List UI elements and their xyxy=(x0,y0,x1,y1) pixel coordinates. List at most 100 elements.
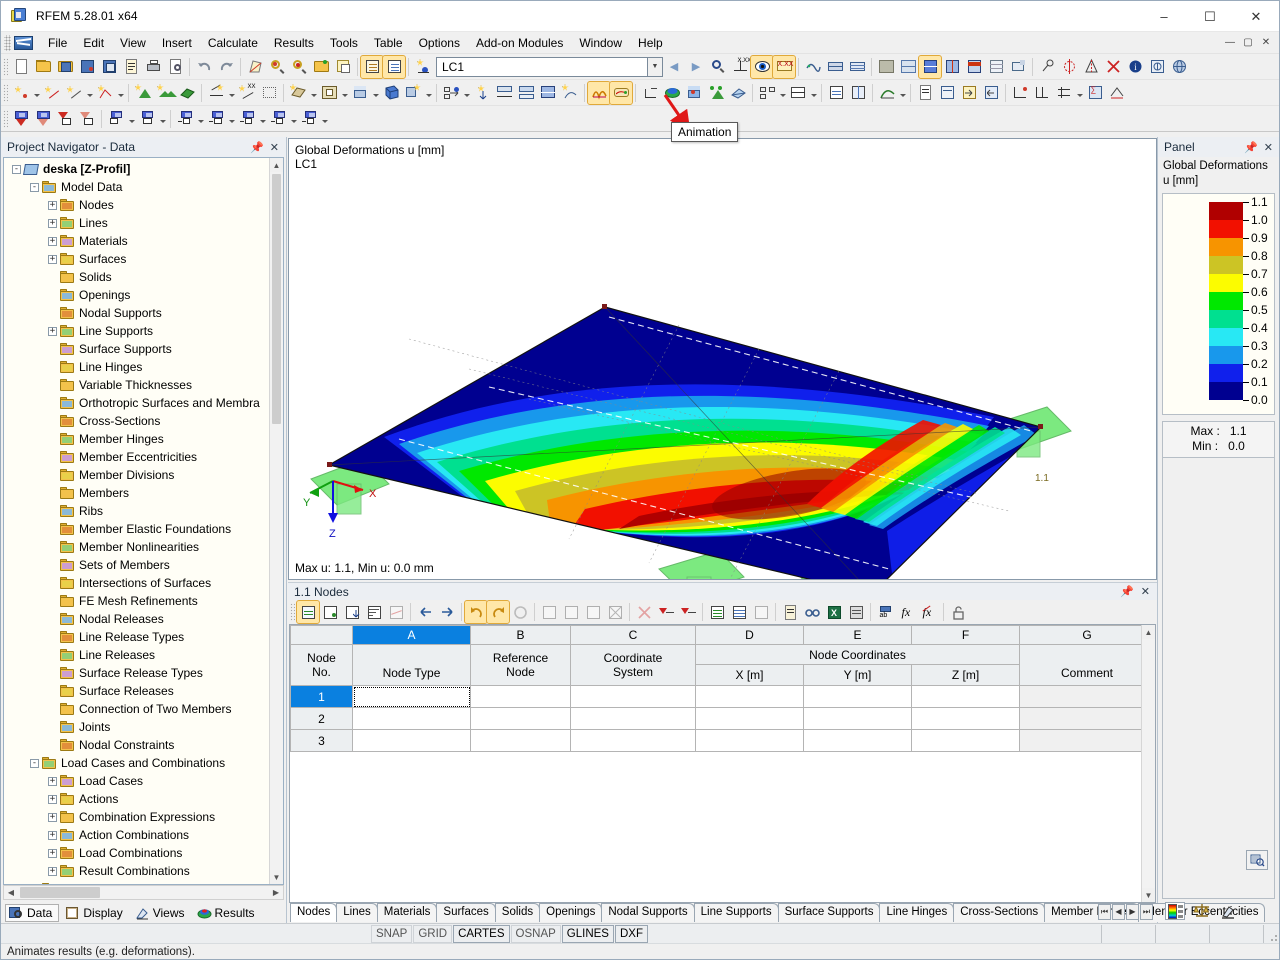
table-row[interactable]: 3 xyxy=(290,729,1155,752)
expand-icon[interactable]: + xyxy=(48,326,57,336)
restore-doc-icon[interactable]: ▢ xyxy=(1240,36,1256,50)
cell-1-g[interactable] xyxy=(1019,685,1155,708)
expand-icon[interactable]: + xyxy=(48,794,57,804)
tree-item-line-supports[interactable]: + Line Supports xyxy=(4,322,269,340)
section-mode-button[interactable] xyxy=(963,56,985,78)
navigator-tab-display[interactable]: Display xyxy=(62,905,128,921)
tree-item-line-releases[interactable]: Line Releases xyxy=(4,646,269,664)
table-columns-button[interactable] xyxy=(847,82,869,104)
new-member-dropdown[interactable] xyxy=(227,82,236,104)
status-toggle-dxf[interactable]: DXF xyxy=(614,924,648,943)
solid-mode-button[interactable] xyxy=(918,54,942,79)
table-pin-icon[interactable]: 📌 xyxy=(1120,585,1134,598)
tree-item-member-nonlinearities[interactable]: Member Nonlinearities xyxy=(4,538,269,556)
navigator-tab-views[interactable]: Views xyxy=(132,905,191,921)
sheet-tab-materials[interactable]: Materials xyxy=(376,903,438,922)
new-solid-contact-button[interactable] xyxy=(402,82,424,104)
toolbar-grip-3[interactable] xyxy=(3,109,8,128)
visibility-1-button[interactable] xyxy=(105,108,127,130)
new-solid-button[interactable] xyxy=(349,82,371,104)
lock-table-button[interactable] xyxy=(947,601,969,623)
redo-table-button[interactable] xyxy=(486,600,510,624)
table-scroll-up-button[interactable]: ▲ xyxy=(1142,625,1155,639)
tree-item-connection-of-two-members[interactable]: Connection of Two Members xyxy=(4,700,269,718)
cell-1-e[interactable] xyxy=(803,685,912,708)
insert-col-button[interactable] xyxy=(655,601,677,623)
result-values-button[interactable]: X.XX xyxy=(772,54,796,79)
cell-1-c[interactable] xyxy=(570,685,696,708)
import-2-button[interactable] xyxy=(560,601,582,623)
sheet-tab-lines[interactable]: Lines xyxy=(336,903,378,922)
globe-tool-button[interactable] xyxy=(1168,56,1190,78)
navigator-scroll-right-button[interactable]: ▶ xyxy=(269,888,283,897)
navigator-pin-icon[interactable]: 📌 xyxy=(250,141,264,154)
tree-item-actions[interactable]: + Actions xyxy=(4,790,269,808)
grid-snap-button[interactable] xyxy=(985,56,1007,78)
tab-next-button[interactable]: ▶ xyxy=(1126,904,1139,920)
measure-button[interactable] xyxy=(1106,82,1128,104)
expand-icon[interactable]: + xyxy=(48,866,57,876)
table-toolbar-grip[interactable] xyxy=(290,603,295,621)
prev-table-button[interactable] xyxy=(414,601,436,623)
save-model-button[interactable] xyxy=(98,56,120,78)
cell-2-a[interactable] xyxy=(352,707,471,730)
tree-item-member-hinges[interactable]: Member Hinges xyxy=(4,430,269,448)
cell-1-b[interactable] xyxy=(470,685,571,708)
menu-insert[interactable]: Insert xyxy=(154,34,200,52)
new-node-dropdown[interactable] xyxy=(32,82,41,104)
column-header-f[interactable]: F xyxy=(911,625,1020,645)
deformation-graph-button[interactable] xyxy=(802,56,824,78)
load-case-prev-button[interactable]: ◀ xyxy=(663,56,685,78)
status-toggle-glines[interactable]: GLINES xyxy=(561,924,614,943)
clipping-3-button[interactable] xyxy=(236,108,258,130)
table-colors-button[interactable] xyxy=(728,601,750,623)
panel-tab-color-scale[interactable] xyxy=(1165,902,1185,920)
calculate-all-button[interactable]: ∑ xyxy=(1084,82,1106,104)
column-header-g[interactable]: G xyxy=(1019,625,1155,645)
dimension-xxx-button[interactable]: X.XX xyxy=(729,56,751,78)
row-number-2[interactable]: 2 xyxy=(290,707,353,730)
snap-grid-button[interactable] xyxy=(1053,82,1075,104)
panel-pin-icon[interactable]: 📌 xyxy=(1244,141,1258,154)
new-line-support-button[interactable] xyxy=(154,82,177,104)
transparent-mode-button[interactable] xyxy=(941,56,963,78)
visibility-2-button[interactable] xyxy=(136,108,158,130)
column-header-e[interactable]: E xyxy=(803,625,912,645)
snap-endpoint-button[interactable] xyxy=(1009,82,1031,104)
cell-3-f[interactable] xyxy=(911,729,1020,752)
sheet-tab-surface-supports[interactable]: Surface Supports xyxy=(777,903,881,922)
cell-2-f[interactable] xyxy=(911,707,1020,730)
menu-options[interactable]: Options xyxy=(411,34,468,52)
table-print-button[interactable] xyxy=(779,601,801,623)
print-preview-button[interactable] xyxy=(164,56,186,78)
tree-item-line-hinges[interactable]: Line Hinges xyxy=(4,358,269,376)
new-dimension-button[interactable] xyxy=(63,82,85,104)
fe-mesh-button[interactable] xyxy=(846,56,868,78)
ortho-mode-button[interactable] xyxy=(1058,56,1080,78)
tree-item-surfaces[interactable]: + Surfaces xyxy=(4,250,269,268)
clipping-4-dropdown[interactable] xyxy=(289,108,298,130)
status-toggle-grid[interactable]: GRID xyxy=(413,924,453,943)
toolbar-grip-1[interactable] xyxy=(3,57,8,76)
undo-table-button[interactable] xyxy=(464,600,488,624)
navigator-tree-panel[interactable]: - deska [Z-Profil] - Model Data + Nodes + Lines… xyxy=(3,157,284,885)
maximize-button[interactable]: ☐ xyxy=(1187,1,1233,32)
tree-item-members[interactable]: Members xyxy=(4,484,269,502)
visibility-button[interactable] xyxy=(787,82,809,104)
cell-2-c[interactable] xyxy=(570,707,696,730)
tree-item-openings[interactable]: Openings xyxy=(4,286,269,304)
expand-icon[interactable]: + xyxy=(48,812,57,822)
delete-table-button[interactable] xyxy=(385,601,407,623)
color-scale-box[interactable]: 1.1 1.0 0.9 0.8 0.7 0.6 0.5 0.4 0.3 0.2 0.1 0.0 xyxy=(1162,193,1275,415)
zoom-all-button[interactable] xyxy=(288,56,310,78)
expand-icon[interactable]: + xyxy=(48,218,57,228)
navigator-scroll-up-button[interactable]: ▲ xyxy=(270,158,283,172)
export-model-button[interactable] xyxy=(980,82,1002,104)
tree-item-member-elastic-foundations[interactable]: Member Elastic Foundations xyxy=(4,520,269,538)
new-load-dropdown[interactable] xyxy=(462,82,471,104)
tree-item-surface-release-types[interactable]: Surface Release Types xyxy=(4,664,269,682)
column-header-c[interactable]: C xyxy=(570,625,696,645)
function-fx-button[interactable]: fx xyxy=(896,601,918,623)
tree-item-model-data[interactable]: - Model Data xyxy=(4,178,269,196)
table-list-button[interactable] xyxy=(825,82,847,104)
